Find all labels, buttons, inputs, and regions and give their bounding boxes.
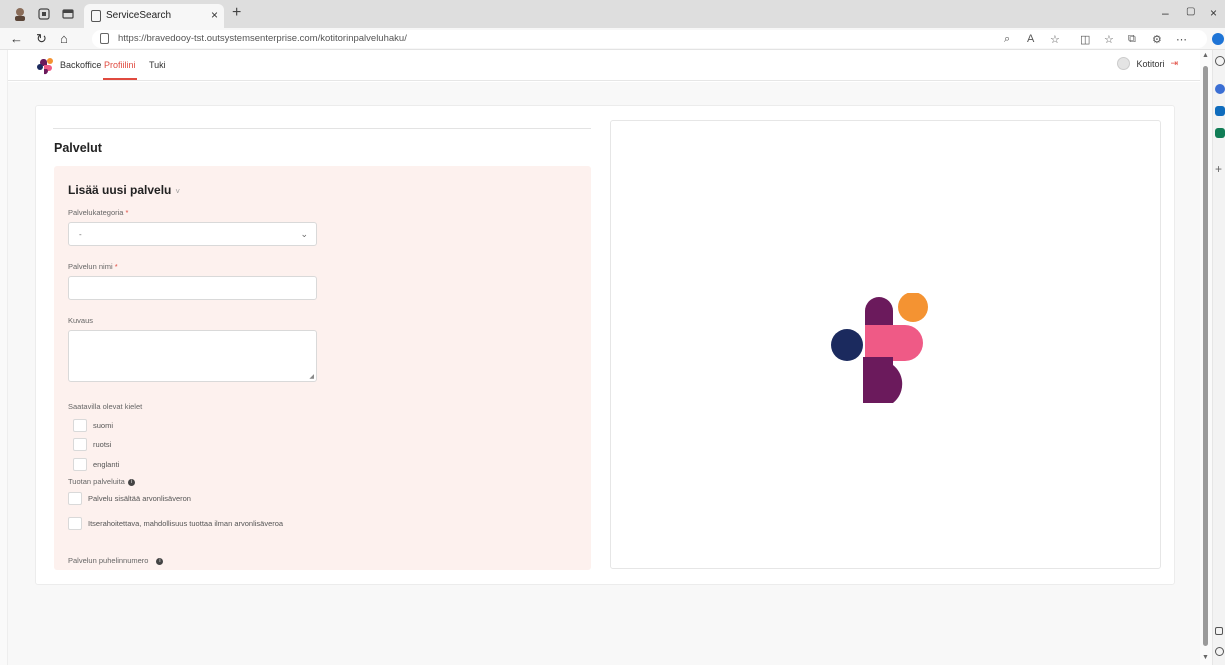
chevron-down-icon: ⌄ bbox=[300, 229, 308, 239]
search-icon[interactable] bbox=[1215, 56, 1225, 66]
required-mark: * bbox=[125, 208, 129, 217]
tab-actions-icon[interactable] bbox=[60, 6, 76, 22]
checkbox[interactable] bbox=[73, 419, 87, 432]
active-nav-indicator bbox=[103, 78, 137, 80]
scroll-down-arrow-icon[interactable]: ▼ bbox=[1202, 654, 1209, 661]
service-name-input[interactable] bbox=[68, 276, 317, 300]
scroll-up-arrow-icon[interactable]: ▲ bbox=[1202, 52, 1209, 59]
page-icon bbox=[91, 10, 101, 22]
language-option-suomi[interactable]: suomi bbox=[73, 419, 113, 432]
service-name-label-text: Palvelun nimi bbox=[68, 262, 113, 271]
section-divider bbox=[53, 128, 591, 129]
phone-label-text: Palvelun puhelinnumero bbox=[68, 556, 149, 565]
nav-backoffice[interactable]: Backoffice bbox=[60, 60, 101, 70]
languages-label: Saatavilla olevat kielet bbox=[68, 402, 143, 411]
page-scrollbar[interactable]: ▲ ▼ bbox=[1200, 50, 1212, 665]
category-select[interactable]: - ⌄ bbox=[68, 222, 317, 246]
description-textarea[interactable]: ◢ bbox=[68, 330, 317, 382]
info-icon[interactable]: i bbox=[156, 557, 164, 565]
category-select-value: - bbox=[79, 230, 82, 239]
workspaces-icon[interactable] bbox=[36, 6, 52, 22]
tab-title: ServiceSearch bbox=[106, 10, 172, 21]
browser-tab-bar: ServiceSearch × + – ▢ × bbox=[0, 0, 1225, 28]
add-sidebar-app-icon[interactable]: + bbox=[1215, 162, 1222, 176]
window-left-edge bbox=[0, 50, 8, 665]
brand-logo-large-icon bbox=[831, 293, 928, 403]
lock-icon[interactable] bbox=[100, 33, 109, 44]
checkbox-label: englanti bbox=[93, 460, 120, 469]
favorite-star-icon[interactable]: ☆ bbox=[1050, 33, 1060, 46]
checkbox[interactable] bbox=[68, 492, 82, 505]
settings-gear-icon[interactable] bbox=[1215, 647, 1224, 656]
copilot-app-icon[interactable] bbox=[1215, 84, 1225, 94]
maximize-button[interactable]: ▢ bbox=[1186, 6, 1195, 17]
add-service-form: Lisää uusi palvelu ˅ Palvelukategoria * -… bbox=[54, 166, 591, 570]
checkbox-label: ruotsi bbox=[93, 440, 112, 449]
category-label: Palvelukategoria * bbox=[68, 208, 128, 217]
sidebar-toggle-icon[interactable] bbox=[1215, 627, 1223, 635]
category-label-text: Palvelukategoria bbox=[68, 208, 124, 217]
produce-services-label: Tuotan palveluita i bbox=[68, 477, 135, 486]
collections-icon[interactable]: ⧉ bbox=[1128, 33, 1136, 46]
info-icon[interactable]: i bbox=[127, 478, 135, 486]
more-menu-icon[interactable]: ⋯ bbox=[1176, 33, 1187, 46]
language-option-ruotsi[interactable]: ruotsi bbox=[73, 438, 111, 451]
brand-logo-icon[interactable] bbox=[35, 57, 55, 75]
close-tab-icon[interactable]: × bbox=[211, 8, 218, 22]
logout-icon[interactable]: ⇥ bbox=[1170, 58, 1178, 69]
favorites-icon[interactable]: ☆ bbox=[1104, 33, 1114, 46]
browser-tab-servicesearch[interactable]: ServiceSearch × bbox=[84, 4, 224, 28]
required-mark: * bbox=[114, 262, 118, 271]
user-menu[interactable]: Kotitori ⇥ bbox=[1117, 57, 1178, 70]
refresh-icon[interactable]: ↻ bbox=[36, 31, 47, 47]
nav-tuki[interactable]: Tuki bbox=[149, 60, 166, 70]
form-title[interactable]: Lisää uusi palvelu ˅ bbox=[68, 183, 180, 197]
new-tab-button[interactable]: + bbox=[232, 4, 241, 22]
self-funded-option[interactable]: Itserahoitettava, mahdollisuus tuottaa i… bbox=[68, 517, 283, 530]
profile-avatar-icon[interactable] bbox=[12, 6, 28, 22]
browser-address-bar: ← ↻ ⌂ https://bravedooy-tst.outsystemsen… bbox=[0, 28, 1225, 50]
vat-included-option[interactable]: Palvelu sisältää arvonlisäveron bbox=[68, 492, 191, 505]
checkbox[interactable] bbox=[68, 517, 82, 530]
url-field[interactable]: https://bravedooy-tst.outsystemsenterpri… bbox=[92, 30, 1207, 48]
app-header: Backoffice Profiilini Tuki Kotitori ⇥ bbox=[8, 50, 1200, 81]
description-label: Kuvaus bbox=[68, 316, 94, 325]
home-icon[interactable]: ⌂ bbox=[60, 31, 68, 46]
checkbox-label: suomi bbox=[93, 421, 114, 430]
brand-logo-panel bbox=[610, 120, 1161, 569]
service-name-label: Palvelun nimi * bbox=[68, 262, 118, 271]
checkbox-label: Palvelu sisältää arvonlisäveron bbox=[88, 494, 191, 503]
scrollbar-thumb[interactable] bbox=[1203, 66, 1208, 646]
resize-handle-icon[interactable]: ◢ bbox=[309, 373, 314, 380]
split-screen-icon[interactable]: ◫ bbox=[1080, 33, 1090, 46]
phone-label: Palvelun puhelinnumero i bbox=[68, 556, 164, 565]
produce-services-label-text: Tuotan palveluita bbox=[68, 477, 125, 486]
outlook-icon[interactable] bbox=[1215, 106, 1225, 116]
minimize-button[interactable]: – bbox=[1162, 6, 1169, 20]
checkbox-label: Itserahoitettava, mahdollisuus tuottaa i… bbox=[88, 519, 284, 528]
nav-profiilini[interactable]: Profiilini bbox=[104, 60, 136, 70]
copilot-icon[interactable] bbox=[1212, 33, 1224, 45]
language-option-englanti[interactable]: englanti bbox=[73, 458, 119, 471]
user-avatar-icon[interactable] bbox=[1117, 57, 1131, 70]
form-title-text: Lisää uusi palvelu bbox=[68, 183, 172, 197]
checkbox[interactable] bbox=[73, 438, 87, 451]
url-text[interactable]: https://bravedooy-tst.outsystemsenterpri… bbox=[118, 33, 407, 44]
back-arrow-icon[interactable]: ← bbox=[10, 31, 23, 46]
user-name[interactable]: Kotitori bbox=[1136, 59, 1164, 69]
checkbox[interactable] bbox=[73, 458, 87, 471]
section-title: Palvelut bbox=[54, 141, 102, 155]
edge-sidebar: + bbox=[1212, 50, 1225, 665]
read-aloud-icon[interactable]: A bbox=[1027, 33, 1034, 45]
close-window-button[interactable]: × bbox=[1210, 6, 1217, 20]
extensions-icon[interactable]: ⚙ bbox=[1152, 33, 1162, 46]
search-in-page-icon[interactable]: ⌕ bbox=[1004, 33, 1010, 46]
sharepoint-icon[interactable] bbox=[1215, 128, 1225, 138]
chevron-down-icon[interactable]: ˅ bbox=[175, 187, 180, 196]
